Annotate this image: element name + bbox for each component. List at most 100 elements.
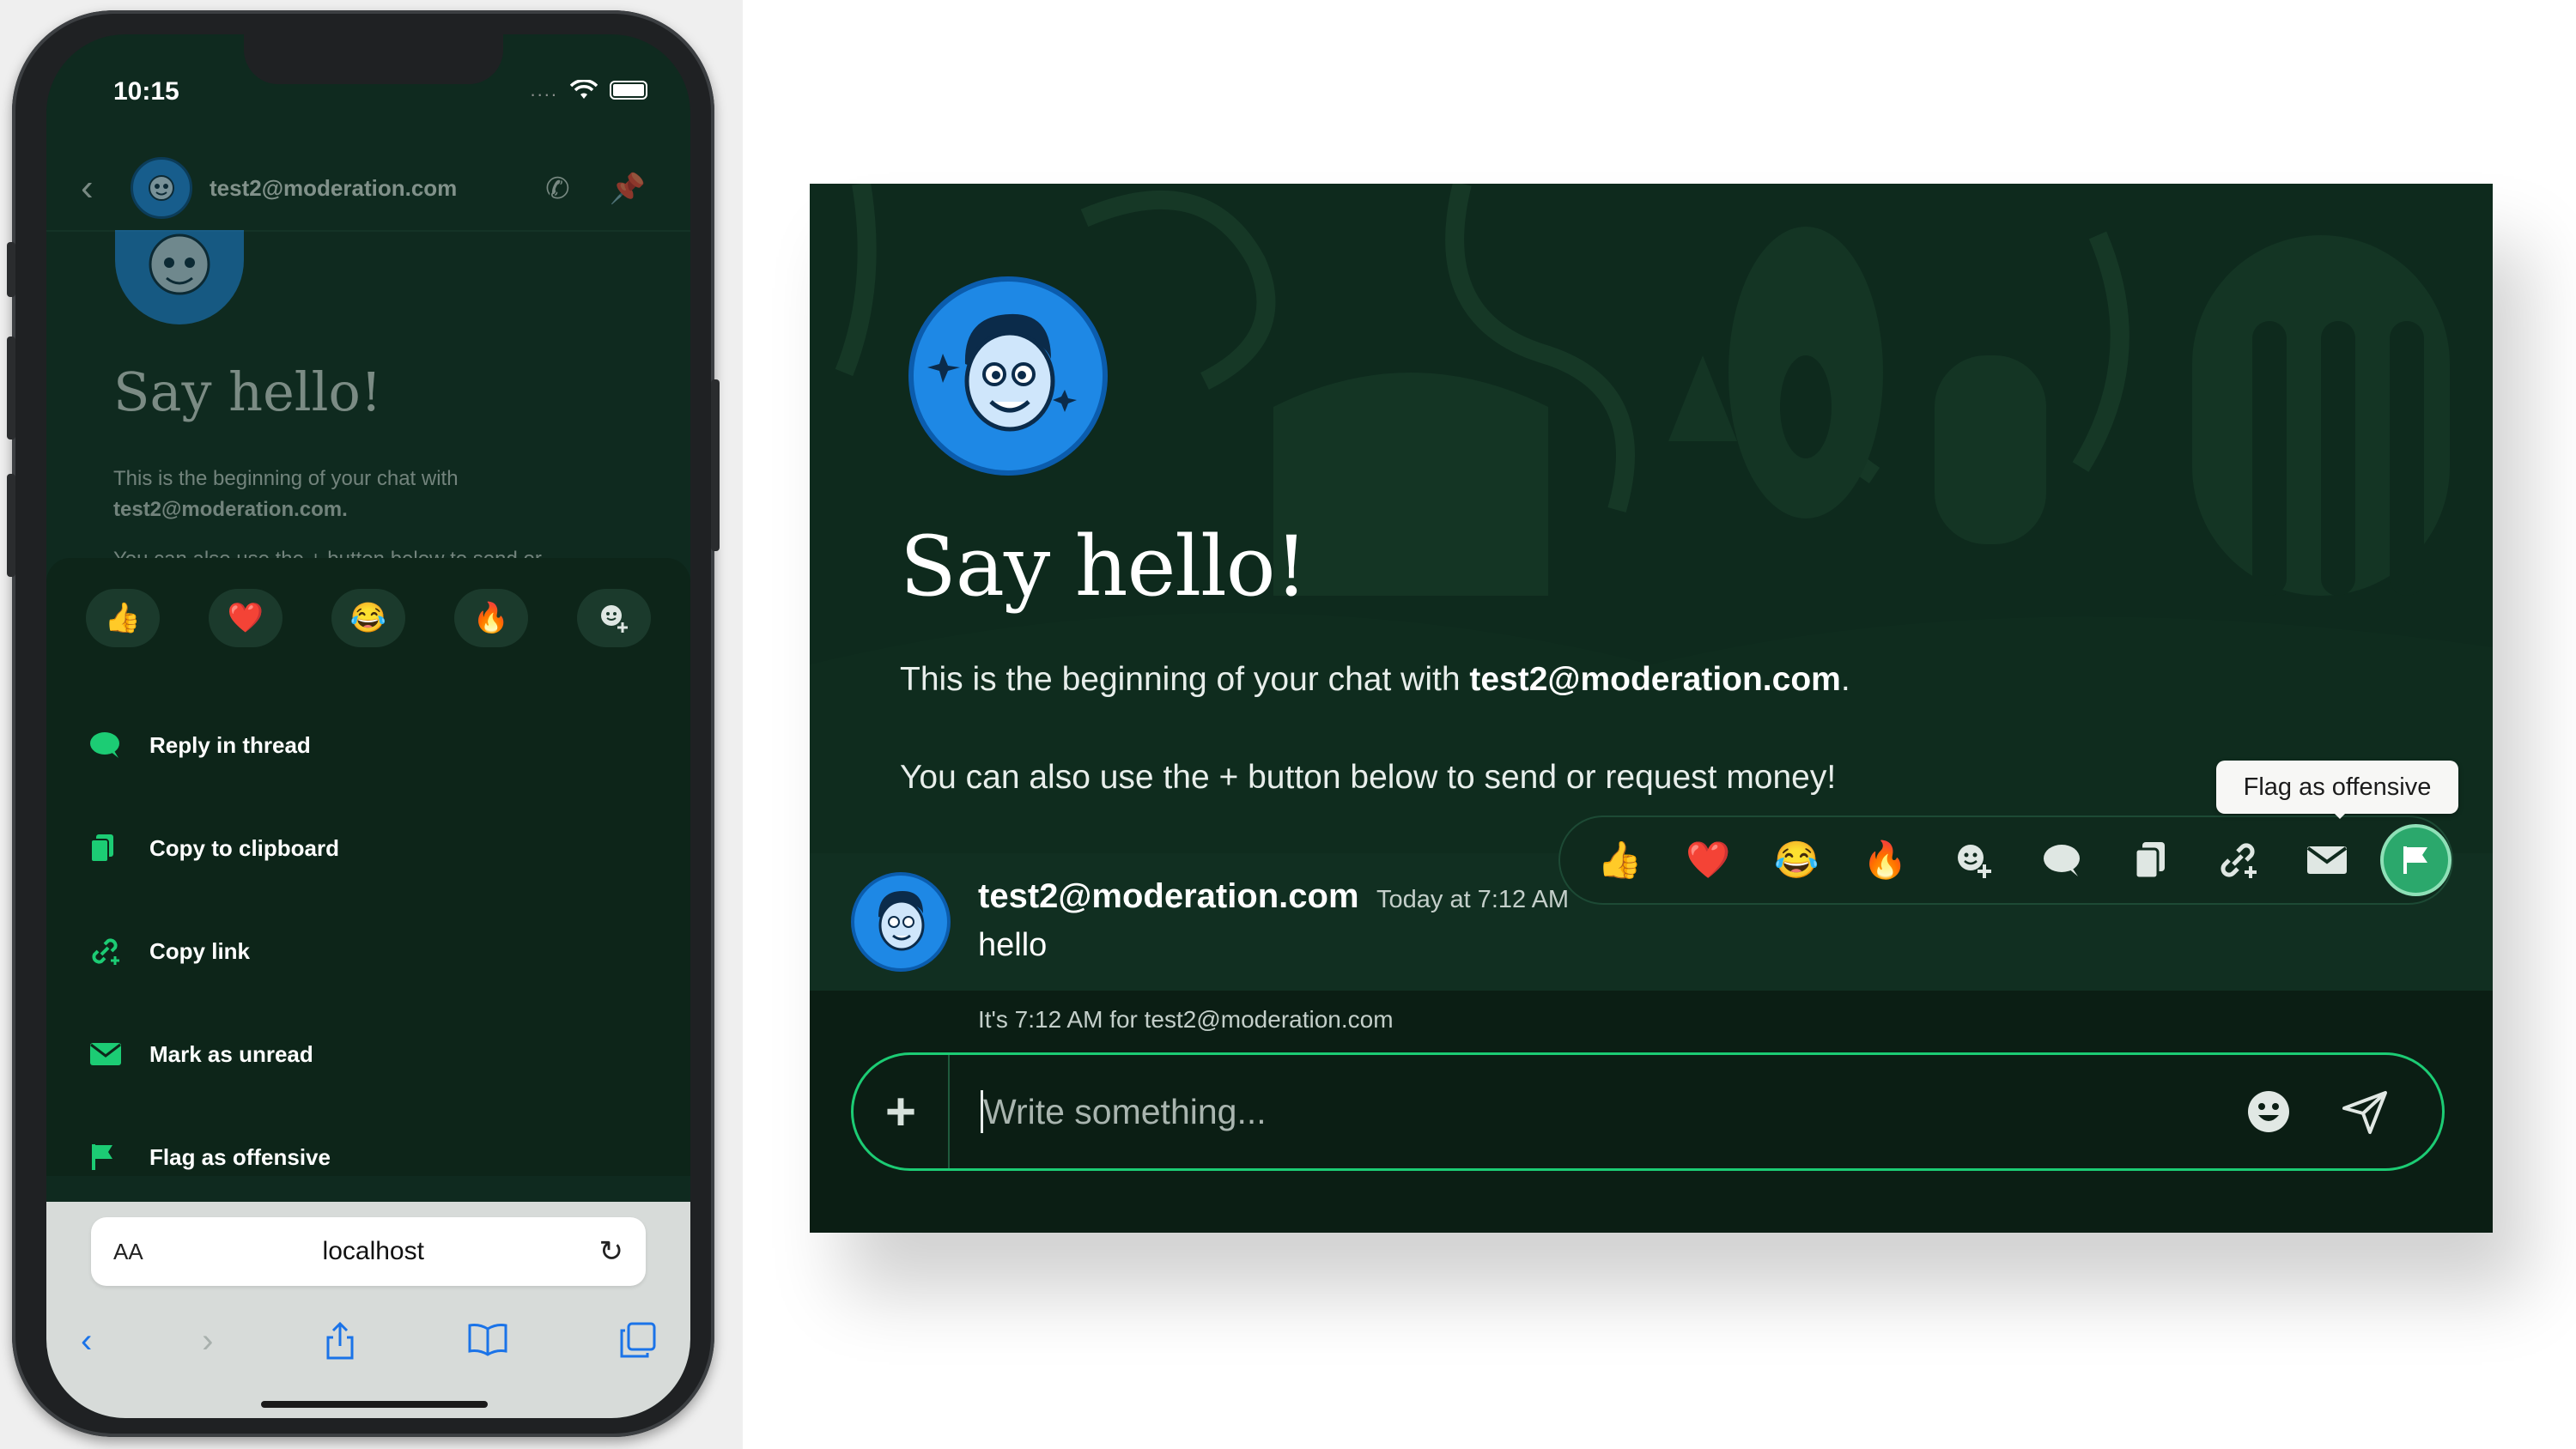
copy-button[interactable] (2106, 815, 2195, 905)
add-reaction-icon (1958, 845, 1992, 878)
chat-partner-avatar (908, 276, 1108, 476)
action-copy-link[interactable]: Copy link (89, 900, 656, 1003)
plus-button[interactable]: + (854, 1055, 950, 1168)
wifi-icon (570, 80, 598, 99)
mark-unread-button[interactable] (2283, 815, 2372, 905)
intro-email: test2@moderation.com (1469, 661, 1841, 698)
action-label: Reply in thread (149, 731, 311, 758)
fire-emoji: 🔥 (472, 602, 510, 634)
share-icon[interactable] (323, 1322, 357, 1360)
intro-money-line: You can also use the + button below to s… (900, 759, 1837, 796)
reaction-laugh[interactable]: 😂 (1753, 815, 1841, 905)
chat-intro: Say hello! This is the beginning of your… (810, 184, 2493, 853)
intro-text: This is the beginning of your chat with … (900, 661, 1850, 699)
action-label: Copy link (149, 937, 251, 964)
link-icon (2221, 843, 2257, 878)
phone-volume-up (7, 336, 15, 440)
add-reaction-button[interactable] (577, 589, 651, 647)
browser-forward-icon[interactable]: › (202, 1322, 213, 1361)
add-reaction-icon (601, 605, 628, 633)
browser-toolbar: ‹ › (81, 1322, 656, 1361)
chat-intro-dimmed: Say hello! This is the beginning of your… (46, 230, 690, 571)
tabs-icon[interactable] (618, 1322, 656, 1360)
reaction-fire[interactable]: 🔥 (454, 589, 528, 647)
clipboard-icon (89, 833, 149, 864)
laugh-emoji: 😂 (1774, 839, 1820, 880)
message-input[interactable] (981, 1090, 2243, 1133)
status-time: 10:15 (113, 77, 179, 106)
action-flag-as-offensive[interactable]: Flag as offensive (89, 1106, 656, 1209)
intro-suffix: . (1840, 661, 1850, 698)
status-icons: .... (531, 79, 647, 101)
safari-bottom-bar: AA localhost ↻ ‹ › (46, 1202, 690, 1418)
home-indicator (261, 1401, 488, 1408)
tooltip-arrow (2330, 809, 2350, 819)
copy-link-button[interactable] (2195, 815, 2283, 905)
emoji-icon[interactable] (2243, 1086, 2294, 1137)
heart-emoji: ❤️ (1686, 839, 1731, 880)
reload-icon[interactable]: ↻ (599, 1234, 624, 1269)
intro-title: Say hello! (113, 361, 382, 423)
thumbs-up-emoji: 👍 (104, 602, 142, 634)
notch (244, 34, 503, 84)
fire-emoji: 🔥 (1862, 839, 1908, 880)
thumbs-up-emoji: 👍 (1597, 839, 1643, 880)
url-host: localhost (322, 1237, 424, 1265)
phone-power-button (711, 379, 720, 551)
action-mark-as-unread[interactable]: Mark as unread (89, 1003, 656, 1106)
intro-text: This is the beginning of your chat with … (113, 464, 594, 525)
flag-icon (89, 1143, 149, 1172)
battery-icon (610, 81, 647, 100)
reaction-thumbs-up[interactable]: 👍 (86, 589, 160, 647)
action-sheet: 👍 ❤️ 😂 🔥 Reply in thread Copy to clipboa… (46, 558, 690, 1176)
local-time-note: It's 7:12 AM for test2@moderation.com (978, 1006, 1394, 1033)
chat-bubble-icon (89, 731, 149, 760)
chat-header: ‹ test2@moderation.com ✆ 📌 (46, 146, 690, 232)
flag-button[interactable] (2379, 824, 2451, 896)
text-size-button[interactable]: AA (113, 1239, 148, 1265)
pin-icon[interactable]: 📌 (610, 172, 646, 206)
back-icon[interactable]: ‹ (81, 167, 122, 209)
browser-back-icon[interactable]: ‹ (81, 1322, 92, 1361)
intro-avatar (115, 230, 244, 324)
chat-header-email: test2@moderation.com (210, 174, 458, 201)
laugh-emoji: 😂 (349, 602, 387, 634)
envelope-icon (2307, 846, 2348, 874)
message-text: hello (978, 927, 1048, 963)
reaction-heart[interactable]: ❤️ (209, 589, 283, 647)
intro-prefix: This is the beginning of your chat with (113, 467, 459, 490)
bookmarks-icon[interactable] (467, 1322, 508, 1356)
envelope-icon (89, 1041, 149, 1067)
message-author[interactable]: test2@moderation.com (978, 877, 1359, 916)
reaction-laugh[interactable]: 😂 (331, 589, 405, 647)
address-bar[interactable]: AA localhost ↻ (91, 1217, 646, 1286)
flag-icon (2403, 846, 2428, 874)
message-actions-toolbar: 👍 ❤️ 😂 🔥 (1558, 815, 2453, 905)
action-copy-to-clipboard[interactable]: Copy to clipboard (89, 797, 656, 900)
action-label: Flag as offensive (149, 1143, 331, 1170)
phone-volume-down (7, 474, 15, 577)
header-actions: ✆ 📌 (545, 172, 646, 206)
send-icon[interactable] (2339, 1086, 2391, 1137)
flag-tooltip: Flag as offensive (2216, 761, 2458, 814)
avatar[interactable] (131, 157, 192, 219)
reaction-row: 👍 ❤️ 😂 🔥 (86, 589, 651, 647)
reply-in-thread-button[interactable] (2018, 815, 2106, 905)
signal-icon: .... (530, 79, 558, 100)
action-label: Copy to clipboard (149, 834, 339, 861)
reaction-fire[interactable]: 🔥 (1841, 815, 1929, 905)
phone-silent-switch (7, 242, 15, 297)
clipboard-icon (2134, 842, 2166, 880)
add-reaction-button[interactable] (1929, 815, 2018, 905)
message-composer: + (851, 1052, 2445, 1171)
phone-icon[interactable]: ✆ (545, 172, 570, 206)
message-timestamp: Today at 7:12 AM (1376, 886, 1570, 913)
reaction-thumbs-up[interactable]: 👍 (1576, 815, 1664, 905)
chat-bubble-icon (2044, 845, 2081, 876)
reaction-heart[interactable]: ❤️ (1664, 815, 1753, 905)
action-reply-in-thread[interactable]: Reply in thread (89, 694, 656, 797)
intro-title: Say hello! (900, 518, 1308, 615)
intro-prefix: This is the beginning of your chat with (900, 661, 1470, 698)
phone-frame: 10:15 .... ‹ test2@moderation.com ✆ 📌 Sa… (7, 10, 720, 1437)
avatar[interactable] (851, 872, 951, 972)
